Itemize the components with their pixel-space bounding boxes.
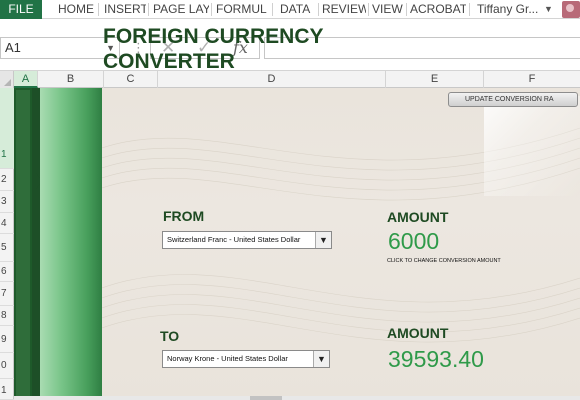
tab-separator [318, 3, 319, 16]
amount-hint: CLICK TO CHANGE CONVERSION AMOUNT [387, 258, 501, 264]
tab-home[interactable]: HOME [58, 0, 98, 19]
column-header-e[interactable]: E [386, 71, 484, 88]
title-line-1: FOREIGN CURRENCY [103, 25, 324, 48]
row-header[interactable]: 1 [0, 88, 14, 169]
name-box-value: A1 [5, 40, 21, 55]
avatar[interactable] [562, 1, 580, 18]
row-header[interactable]: 7 [0, 282, 14, 306]
column-header-b[interactable]: B [38, 71, 104, 88]
from-currency-select[interactable]: Switzerland Franc - United States Dollar… [162, 231, 332, 249]
tab-data[interactable]: DATA [280, 0, 316, 19]
tab-separator [98, 3, 99, 16]
tab-review[interactable]: REVIEW [322, 0, 366, 19]
tab-separator [406, 3, 407, 16]
tab-acrobat[interactable]: ACROBAT [410, 0, 466, 19]
row-header[interactable]: 2 [0, 169, 14, 191]
ribbon-tab-bar: FILE HOME INSERT PAGE LAY FORMUL DATA RE… [0, 0, 580, 19]
amount-label: AMOUNT [387, 209, 449, 225]
chevron-down-icon[interactable]: ▼ [313, 351, 329, 367]
row-header[interactable]: 3 [0, 191, 14, 213]
select-all-corner[interactable] [0, 71, 14, 88]
tab-formulas[interactable]: FORMUL [216, 0, 268, 19]
converted-amount-value: 39593.40 [388, 346, 484, 372]
column-header-a[interactable]: A [14, 71, 38, 88]
horizontal-scrollbar[interactable] [14, 396, 580, 400]
tab-view[interactable]: VIEW [372, 0, 404, 19]
row-header[interactable]: 0 [0, 353, 14, 379]
active-cell-border [14, 88, 32, 400]
tab-file[interactable]: FILE [0, 0, 42, 19]
to-currency-value: Norway Krone - United States Dollar [167, 354, 288, 363]
from-label: FROM [163, 208, 205, 224]
row-header[interactable]: 5 [0, 234, 14, 262]
row-header[interactable]: 6 [0, 262, 14, 282]
tab-page-layout[interactable]: PAGE LAY [153, 0, 209, 19]
tab-separator [211, 3, 212, 16]
chevron-down-icon[interactable]: ▼ [315, 232, 331, 248]
row-header[interactable]: 4 [0, 213, 14, 234]
tab-separator [469, 3, 470, 16]
row-header[interactable]: 1 [0, 379, 14, 400]
to-currency-select[interactable]: Norway Krone - United States Dollar ▼ [162, 350, 330, 368]
tab-separator [272, 3, 273, 16]
from-currency-value: Switzerland Franc - United States Dollar [167, 235, 301, 244]
scrollbar-thumb[interactable] [250, 396, 282, 400]
decor-green-band [40, 88, 102, 400]
name-box[interactable]: A1 ▼ [0, 37, 120, 59]
page-title: FOREIGN CURRENCY CONVERTER [103, 24, 363, 74]
to-label: TO [160, 328, 180, 344]
user-name[interactable]: Tiffany Gr... [477, 0, 538, 19]
title-line-2: CONVERTER [103, 50, 235, 73]
amount-value[interactable]: 6000 [388, 228, 439, 254]
row-header[interactable]: 9 [0, 326, 14, 353]
update-conversion-rates-button[interactable]: UPDATE CONVERSION RA [448, 92, 578, 107]
row-header[interactable]: 8 [0, 306, 14, 326]
row-header-bar: 1 2 3 4 5 6 7 8 9 0 1 [0, 88, 14, 400]
tab-separator [368, 3, 369, 16]
decor-shine [484, 96, 580, 196]
tab-insert[interactable]: INSERT [104, 0, 146, 19]
chevron-down-icon[interactable]: ▼ [544, 0, 553, 18]
column-header-f[interactable]: F [484, 71, 580, 88]
decor-dark-strip [32, 88, 40, 400]
converted-amount-label: AMOUNT [387, 325, 449, 341]
tab-separator [148, 3, 149, 16]
